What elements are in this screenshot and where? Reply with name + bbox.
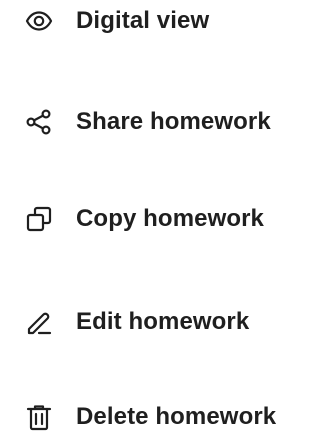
menu-item-label: Copy homework <box>76 205 264 232</box>
trash-icon <box>24 402 54 432</box>
share-icon <box>24 107 54 137</box>
menu-item-digital-view[interactable]: Digital view <box>0 0 321 47</box>
menu-item-copy-homework[interactable]: Copy homework <box>0 193 321 245</box>
menu-item-label: Share homework <box>76 108 271 135</box>
eye-icon <box>24 6 54 36</box>
menu-item-label: Delete homework <box>76 403 277 430</box>
menu-item-edit-homework[interactable]: Edit homework <box>0 296 321 348</box>
menu-item-share-homework[interactable]: Share homework <box>0 96 321 148</box>
menu-item-label: Edit homework <box>76 308 250 335</box>
menu-item-label: Digital view <box>76 7 210 34</box>
pencil-icon <box>24 307 54 337</box>
menu-item-delete-homework[interactable]: Delete homework <box>0 391 321 443</box>
homework-actions-menu: Digital view Share homework Copy homewor… <box>0 0 321 436</box>
copy-icon <box>24 204 54 234</box>
